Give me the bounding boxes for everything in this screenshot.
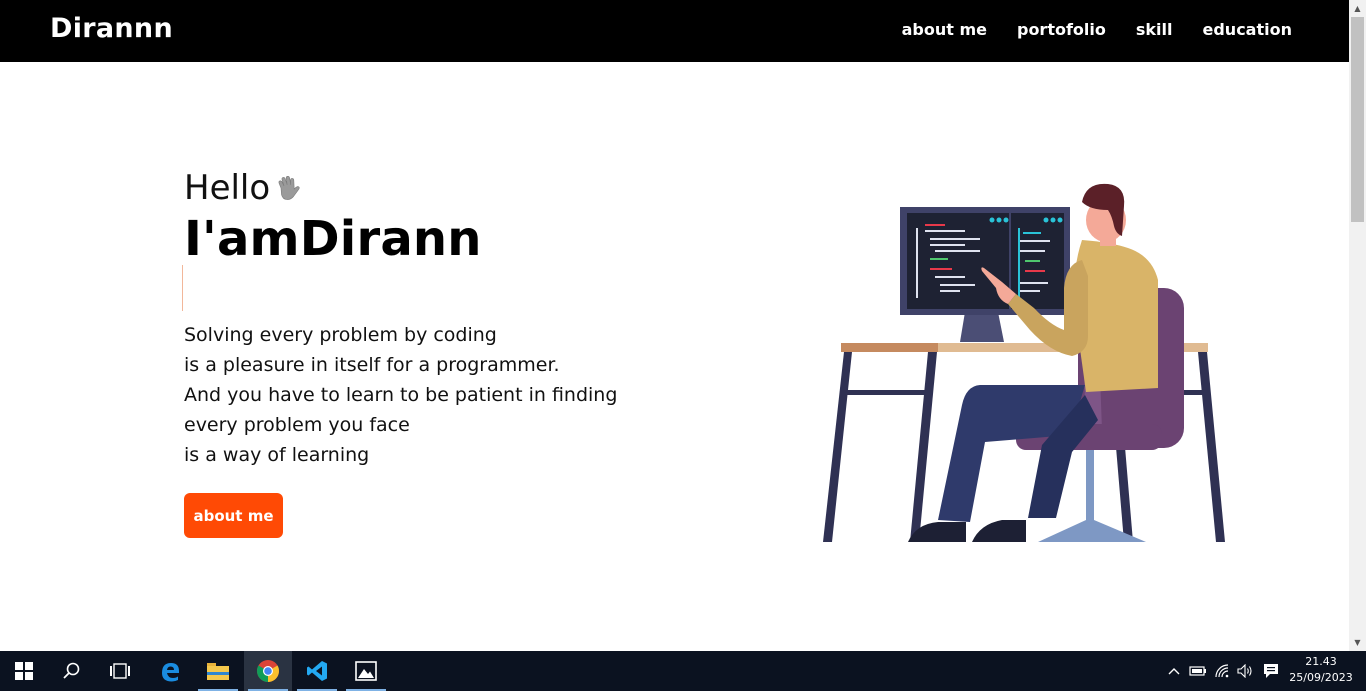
vscode-icon [307,661,327,681]
navbar: Dirannn about me portofolio skill educat… [0,0,1349,62]
windows-taskbar: 21.43 25/09/2023 [0,651,1366,691]
description-line: every problem you face [184,414,410,436]
volume-button[interactable] [1235,651,1255,691]
battery-icon [1189,666,1206,676]
task-view-button[interactable] [96,651,144,691]
about-me-button[interactable]: about me [184,493,283,538]
file-explorer-button[interactable] [194,651,242,691]
nav-links: about me portofolio skill education [902,20,1292,39]
hero-description: Solving every problem by coding is a ple… [184,320,664,470]
battery-button[interactable] [1188,651,1208,691]
nav-link-education[interactable]: education [1203,20,1293,39]
scroll-up-icon[interactable]: ▲ [1349,0,1366,17]
nav-link-skill[interactable]: skill [1136,20,1173,39]
action-center-button[interactable] [1260,651,1282,691]
programmer-at-desk-illustration [823,183,1225,542]
start-button[interactable] [0,651,48,691]
clock-time: 21.43 [1305,655,1337,668]
volume-icon [1237,664,1252,678]
edge-icon [162,663,179,682]
typing-cursor [182,265,183,311]
page-scrollbar[interactable]: ▲ ▼ [1349,0,1366,651]
search-button[interactable] [48,651,96,691]
description-line: And you have to learn to be patient in f… [184,384,618,406]
chevron-up-icon [1168,668,1180,675]
description-line: is a way of learning [184,444,370,466]
greeting: Hello [184,168,664,208]
brand-logo[interactable]: Dirannn [50,13,173,44]
task-view-icon [110,663,130,679]
taskbar-clock[interactable]: 21.43 25/09/2023 [1285,654,1357,686]
chrome-button[interactable] [244,651,292,691]
notification-icon [1264,664,1278,678]
description-line: is a pleasure in itself for a programmer… [184,354,560,376]
browser-viewport: Dirannn about me portofolio skill educat… [0,0,1349,651]
show-hidden-icons-button[interactable] [1166,651,1182,691]
nav-link-about-me[interactable]: about me [902,20,987,39]
wifi-icon [1215,664,1229,678]
edge-button[interactable] [146,651,194,691]
clock-date: 25/09/2023 [1289,671,1353,684]
nav-link-portofolio[interactable]: portofolio [1017,20,1106,39]
scroll-down-icon[interactable]: ▼ [1349,634,1366,651]
waving-hand-icon [278,175,300,200]
photos-icon [355,661,377,681]
start-icon [15,662,33,680]
network-button[interactable] [1213,651,1233,691]
hero-name: I'amDirann [184,211,482,267]
description-line: Solving every problem by coding [184,324,497,346]
scroll-thumb[interactable] [1351,17,1364,222]
hero-section: Hello I'amDirann Solving every problem b… [182,168,664,538]
photos-button[interactable] [342,651,390,691]
search-icon [63,662,80,679]
file-explorer-icon [207,663,229,680]
vscode-button[interactable] [293,651,341,691]
greeting-text: Hello [184,168,271,208]
chrome-icon [257,660,279,682]
